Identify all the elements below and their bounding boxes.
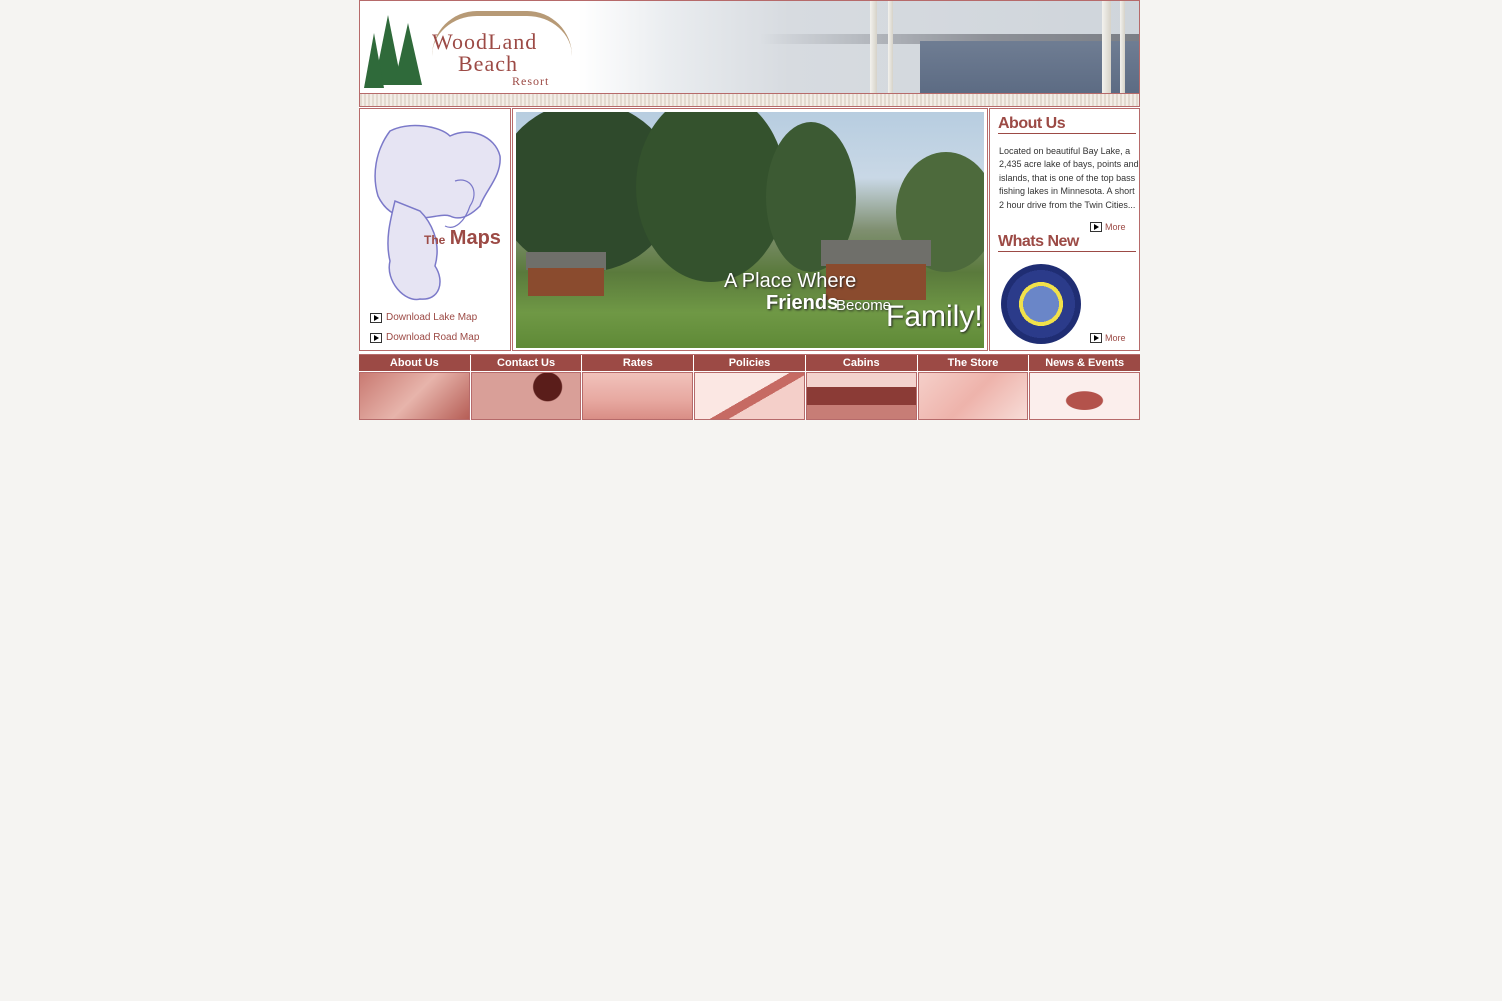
logo-tree-icon [394,23,422,85]
hero-tagline-2a: Friends [766,292,839,314]
site-logo[interactable]: WoodLand Beach Resort [422,31,550,88]
thumb-contact-us[interactable] [470,372,582,420]
hero-photo: A Place Where Friends Become Family! [516,112,984,348]
about-more-label: More [1105,222,1126,232]
logo-line-2: Beach [458,51,518,76]
about-us-text: Located on beautiful Bay Lake, a 2,435 a… [999,146,1139,210]
maps-title-big: Maps [449,227,501,249]
thumb-rates[interactable] [582,372,694,420]
arrow-right-icon [1090,333,1102,343]
download-lake-map-link[interactable]: Download Lake Map [370,312,477,323]
thumb-about-us[interactable] [359,372,470,420]
page-container: WoodLand Beach Resort The Maps Download … [359,0,1141,420]
nav-news-events[interactable]: News & Events [1029,355,1141,371]
arrow-right-icon [370,312,382,323]
thumb-news-events[interactable] [1029,372,1141,420]
thumb-cabins[interactable] [805,372,917,420]
whats-new-image[interactable] [1001,264,1081,344]
cabin-roof [821,240,931,266]
arrow-right-icon [370,332,382,343]
maps-title-small: The [424,233,446,247]
thumb-the-store[interactable] [917,372,1029,420]
nav-about-us[interactable]: About Us [359,355,471,371]
download-road-map-link[interactable]: Download Road Map [370,332,479,343]
about-us-heading: About Us [998,115,1136,134]
about-more-link[interactable]: More [1090,222,1126,232]
nav-the-store[interactable]: The Store [917,355,1030,371]
nav-contact-us[interactable]: Contact Us [470,355,583,371]
hero-tagline-3: Family! [886,300,983,333]
header-banner: WoodLand Beach Resort [359,0,1140,93]
main-nav: About Us Contact Us Rates Policies Cabin… [359,354,1141,371]
hero-tagline-1: A Place Where [724,270,857,292]
cabin [528,268,604,296]
thumb-policies[interactable] [694,372,805,420]
birch-trunk [1120,1,1125,93]
nav-rates[interactable]: Rates [582,355,695,371]
nav-cabins[interactable]: Cabins [805,355,918,371]
nav-thumbnails [359,372,1141,420]
arrow-right-icon [1090,222,1102,232]
birch-trunk [888,1,893,93]
maps-title: The Maps [424,227,501,250]
decorative-strip [359,93,1140,107]
hero-panel: A Place Where Friends Become Family! [512,108,988,351]
pine-tree [636,112,786,282]
download-lake-map-label: Download Lake Map [386,312,478,323]
download-road-map-label: Download Road Map [386,332,480,343]
hero-tagline-2b: Become [836,297,892,314]
whats-new-more-label: More [1105,333,1126,343]
sidebar-right: About Us Located on beautiful Bay Lake, … [989,108,1140,351]
birch-trunk [1102,1,1111,93]
whats-new-heading: Whats New [998,233,1136,252]
nav-policies[interactable]: Policies [694,355,806,371]
logo-tree-icon [364,33,384,88]
logo-line-3: Resort [512,74,550,88]
birch-trunk [870,1,877,93]
maps-panel: The Maps Download Lake Map Download Road… [359,108,511,351]
lake-map-image[interactable] [370,121,502,303]
whats-new-more-link[interactable]: More [1090,333,1126,343]
